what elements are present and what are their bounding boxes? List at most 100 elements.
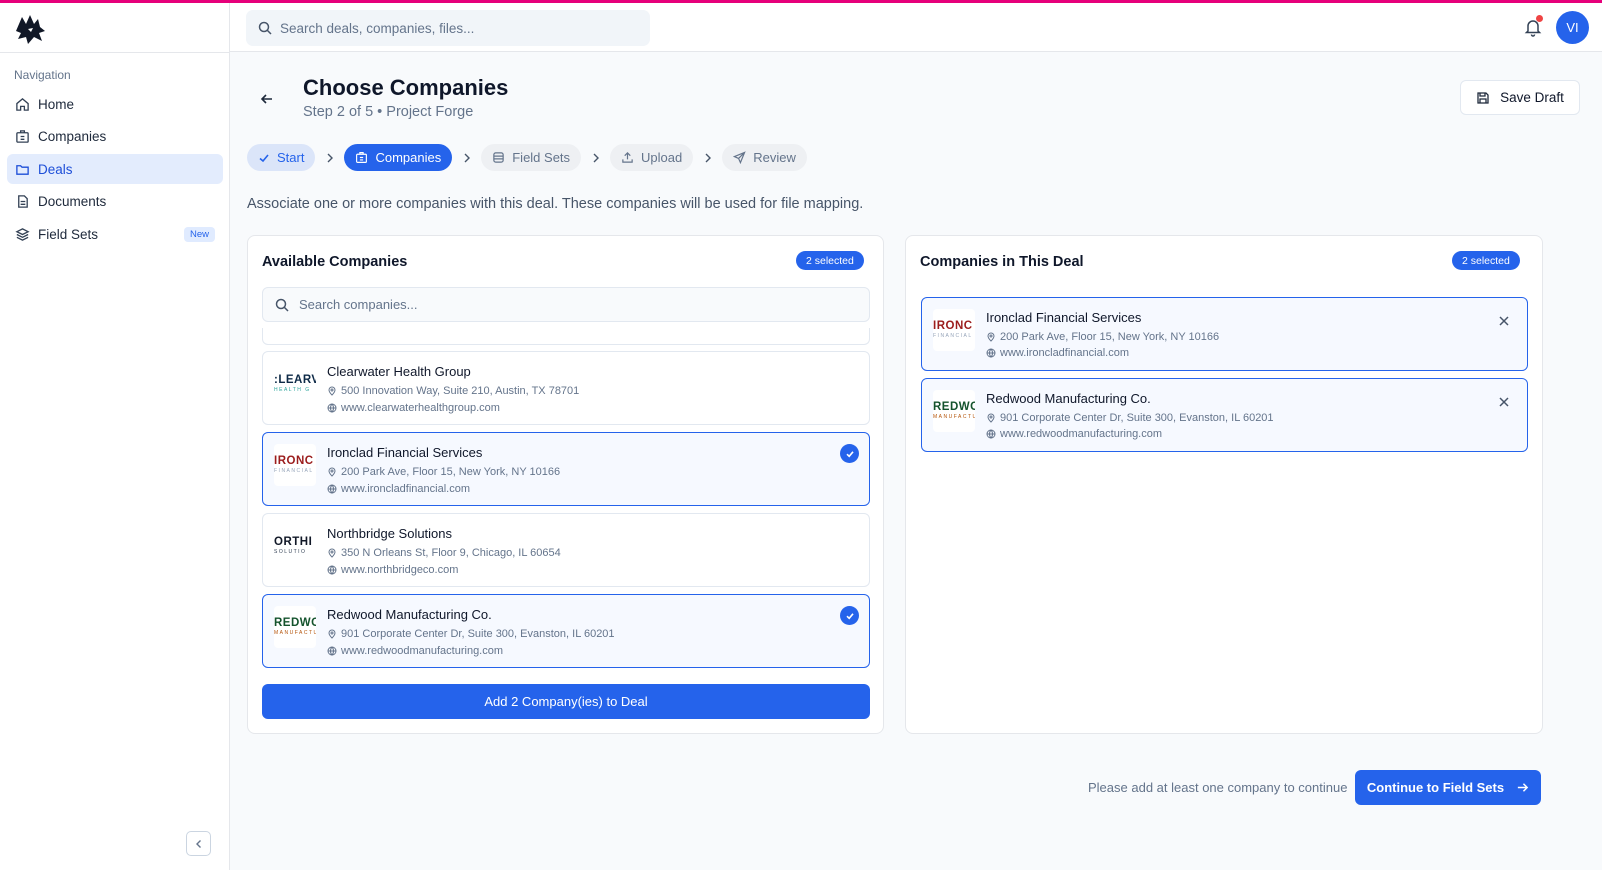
- step-separator: [581, 153, 610, 163]
- sidebar-item-companies[interactable]: Companies: [7, 122, 223, 152]
- company-card-redwood[interactable]: REDWC MANUFACTU Redwood Manufacturing Co…: [262, 594, 870, 668]
- logo-text: REDWC: [933, 401, 975, 413]
- company-website: www.northbridgeco.com: [327, 564, 458, 576]
- step-field-sets[interactable]: Field Sets: [481, 144, 582, 171]
- sidebar-item-label: Companies: [38, 129, 107, 144]
- company-card-northbridge[interactable]: ORTHI SOLUTIO Northbridge Solutions 350 …: [262, 513, 870, 587]
- deal-company-redwood: REDWC MANUFACTU Redwood Manufacturing Co…: [921, 378, 1528, 452]
- globe-icon: [327, 403, 337, 413]
- sidebar-item-home[interactable]: Home: [7, 89, 223, 119]
- save-draft-label: Save Draft: [1500, 90, 1564, 105]
- company-list[interactable]: :LEARV HEALTH G Clearwater Health Group …: [262, 328, 870, 670]
- sidebar-item-label: Deals: [38, 161, 73, 177]
- address-text: 901 Corporate Center Dr, Suite 300, Evan…: [341, 628, 615, 640]
- add-companies-button[interactable]: Add 2 Company(ies) to Deal: [262, 684, 870, 719]
- address-text: 200 Park Ave, Floor 15, New York, NY 101…: [1000, 331, 1220, 343]
- building-icon: [16, 130, 29, 143]
- selected-check-icon[interactable]: [840, 444, 859, 463]
- globe-icon: [327, 565, 337, 575]
- step-separator: [315, 153, 344, 163]
- global-search-input[interactable]: Search deals, companies, files...: [246, 10, 650, 46]
- company-website: www.redwoodmanufacturing.com: [327, 645, 503, 657]
- company-name: Northbridge Solutions: [327, 526, 453, 541]
- chevron-right-icon: [705, 153, 711, 162]
- sidebar-item-label: Home: [38, 96, 75, 112]
- logo-text: IRONC: [933, 320, 973, 332]
- company-address: 350 N Orleans St, Floor 9, Chicago, IL 6…: [327, 547, 561, 559]
- sidebar-item-field-sets[interactable]: Field Sets New: [7, 219, 223, 249]
- company-name: Redwood Manufacturing Co.: [327, 607, 492, 622]
- nav-list: Home Companies Deals Documents Field Set…: [7, 89, 223, 252]
- step-review[interactable]: Review: [722, 144, 807, 171]
- arrow-right-icon: [1517, 783, 1529, 792]
- chevron-right-icon: [327, 153, 333, 162]
- wolf-logo-icon[interactable]: [12, 11, 48, 47]
- chevron-left-icon: [195, 839, 201, 848]
- step-label: Start: [277, 150, 305, 165]
- map-pin-icon: [328, 467, 336, 477]
- company-address: 500 Innovation Way, Suite 210, Austin, T…: [327, 385, 579, 397]
- logo-subtext: FINANCIAL S: [933, 333, 975, 339]
- sidebar-divider: [0, 52, 229, 53]
- company-website: www.ironcladfinancial.com: [986, 347, 1129, 359]
- remove-close-icon[interactable]: [1497, 395, 1511, 409]
- database-icon: [493, 152, 504, 163]
- selected-count-badge: 2 selected: [1452, 251, 1520, 270]
- company-name: Ironclad Financial Services: [986, 310, 1142, 325]
- logo-text: IRONC: [274, 455, 314, 467]
- avatar[interactable]: VI: [1556, 11, 1589, 44]
- company-logo: IRONC FINANCIAL S: [933, 309, 975, 351]
- logo-text: REDWC: [274, 617, 316, 629]
- company-website: www.redwoodmanufacturing.com: [986, 428, 1162, 440]
- step-label: Upload: [641, 150, 683, 165]
- sidebar-item-documents[interactable]: Documents: [7, 187, 223, 217]
- step-upload[interactable]: Upload: [610, 144, 694, 171]
- new-badge: New: [183, 226, 215, 242]
- company-logo: REDWC MANUFACTU: [933, 390, 975, 432]
- sidebar-item-deals[interactable]: Deals: [7, 154, 223, 184]
- company-name: Ironclad Financial Services: [327, 445, 483, 460]
- page-subtitle: Step 2 of 5 • Project Forge: [303, 104, 474, 120]
- search-icon: [275, 298, 289, 312]
- company-search-input[interactable]: Search companies...: [262, 287, 870, 322]
- save-draft-button[interactable]: Save Draft: [1460, 80, 1580, 115]
- search-placeholder: Search deals, companies, files...: [280, 20, 475, 36]
- intro-text: Associate one or more companies with thi…: [247, 196, 864, 212]
- company-logo: IRONC FINANCIAL S: [274, 444, 316, 486]
- nav-heading: Navigation: [14, 68, 71, 82]
- continue-button[interactable]: Continue to Field Sets: [1355, 770, 1541, 805]
- company-card-ironclad[interactable]: IRONC FINANCIAL S Ironclad Financial Ser…: [262, 432, 870, 506]
- logo-text: :LEARV: [274, 374, 316, 386]
- selected-check-icon[interactable]: [840, 606, 859, 625]
- send-icon: [733, 151, 746, 164]
- logo-text: ORTHI: [274, 536, 313, 548]
- back-button[interactable]: [256, 88, 278, 110]
- remove-close-icon[interactable]: [1497, 314, 1511, 328]
- website-text: www.redwoodmanufacturing.com: [341, 645, 504, 657]
- list-item-partial: [262, 328, 870, 345]
- collapse-sidebar-button[interactable]: [186, 831, 211, 856]
- step-start[interactable]: Start: [247, 144, 316, 171]
- step-separator: [693, 153, 722, 163]
- logo-subtext: MANUFACTU: [933, 414, 975, 420]
- step-separator: [452, 153, 481, 163]
- company-address: 901 Corporate Center Dr, Suite 300, Evan…: [986, 412, 1274, 424]
- globe-icon: [327, 646, 337, 656]
- company-address: 200 Park Ave, Floor 15, New York, NY 101…: [986, 331, 1219, 343]
- topbar: Search deals, companies, files... VI: [230, 3, 1602, 52]
- company-address: 901 Corporate Center Dr, Suite 300, Evan…: [327, 628, 615, 640]
- address-text: 500 Innovation Way, Suite 210, Austin, T…: [341, 385, 580, 397]
- upload-icon: [622, 152, 633, 163]
- panel-title: Companies in This Deal: [920, 254, 1084, 270]
- stepper: Start Companies Field Sets Upload Review: [247, 144, 807, 171]
- step-label: Companies: [375, 150, 442, 165]
- step-label: Field Sets: [512, 150, 571, 165]
- step-companies[interactable]: Companies: [344, 144, 453, 171]
- deal-company-ironclad: IRONC FINANCIAL S Ironclad Financial Ser…: [921, 297, 1528, 371]
- company-website: www.clearwaterhealthgroup.com: [327, 402, 500, 414]
- save-icon: [1477, 91, 1489, 104]
- website-text: www.ironcladfinancial.com: [1000, 347, 1129, 359]
- arrow-left-icon: [260, 94, 272, 104]
- company-website: www.ironcladfinancial.com: [327, 483, 470, 495]
- company-card-clearwater[interactable]: :LEARV HEALTH G Clearwater Health Group …: [262, 351, 870, 425]
